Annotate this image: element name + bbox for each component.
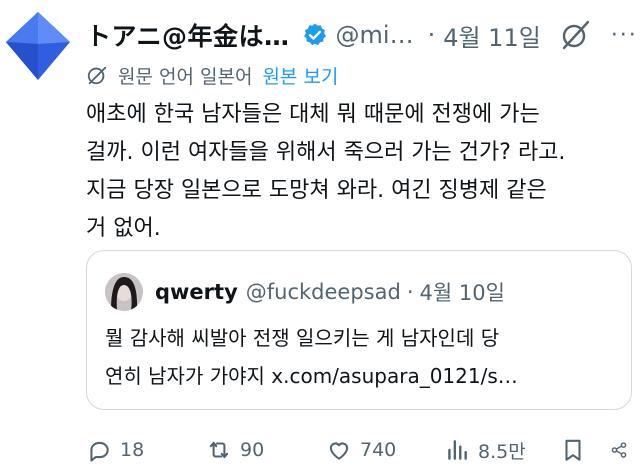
quoted-tweet-header: qwerty @fuckdeepsad · 4월 10일	[105, 273, 505, 311]
share-icon	[611, 442, 627, 458]
quoted-tweet-body: 뭘 감사해 씨발아 전쟁 일으키는 게 남자인데 당 연히 남자가 가야지 x.…	[105, 319, 625, 395]
header-separator: ·	[427, 21, 436, 49]
author-name[interactable]: トアニ@年金は…	[86, 17, 290, 53]
views-button[interactable]: 8.5만	[444, 437, 560, 464]
author-handle[interactable]: @mi…	[336, 21, 414, 49]
translation-notice: 원문 언어 일본어 원본 보기	[86, 60, 338, 90]
action-bar: 18 90 740 8.5만	[86, 430, 636, 470]
quoted-tweet-card[interactable]: qwerty @fuckdeepsad · 4월 10일 뭘 감사해 씨발아 전…	[86, 250, 632, 410]
bookmark-icon	[565, 439, 581, 461]
reply-count: 18	[120, 439, 145, 461]
tweet-body-line: 애초에 한국 남자들은 대체 뭐 때문에 전쟁에 가는	[86, 102, 540, 127]
tweet-date[interactable]: 4월 11일	[443, 18, 541, 53]
quoted-body-line: 연히 남자가 가야지 x.com/asupara_0121/s…	[105, 364, 518, 388]
verified-badge-icon	[303, 23, 326, 45]
translation-label: 원문 언어 일본어	[118, 65, 253, 88]
views-icon	[448, 440, 467, 460]
tweet-header: トアニ@年金は… @mi… · 4월 11일 ···	[86, 14, 636, 56]
tweet-body-line: 지금 당장 일본으로 도망쳐 와라. 여긴 징병제 같은	[86, 178, 547, 203]
like-count: 740	[360, 439, 397, 461]
tweet-body: 애초에 한국 남자들은 대체 뭐 때문에 전쟁에 가는 걸까. 이런 여자들을 …	[86, 96, 634, 248]
reply-icon	[90, 441, 109, 462]
author-avatar[interactable]	[0, 8, 76, 84]
like-icon	[329, 442, 349, 460]
tweet-body-line: 걸까. 이런 여자들을 위해서 죽으러 가는 건가? 라고.	[86, 140, 566, 165]
like-button[interactable]: 740	[326, 437, 444, 463]
share-button[interactable]	[610, 437, 636, 463]
retweet-count: 90	[240, 439, 265, 461]
quoted-author-name[interactable]: qwerty	[155, 280, 238, 304]
more-options-icon[interactable]: ···	[611, 23, 638, 48]
quoted-author-handle[interactable]: @fuckdeepsad	[246, 280, 401, 304]
quoted-separator: ·	[406, 280, 414, 304]
quoted-body-line: 뭘 감사해 씨발아 전쟁 일으키는 게 남자인데 당	[105, 326, 500, 350]
grok-icon[interactable]	[559, 19, 591, 51]
tweet-body-line: 거 없어.	[86, 216, 161, 241]
reply-button[interactable]: 18	[86, 437, 206, 463]
retweet-icon	[209, 441, 229, 459]
quoted-author-avatar[interactable]	[105, 273, 143, 311]
retweet-button[interactable]: 90	[206, 437, 326, 463]
quoted-date[interactable]: 4월 10일	[420, 277, 505, 307]
show-original-link[interactable]: 원본 보기	[262, 62, 338, 89]
bookmark-button[interactable]	[560, 437, 598, 463]
translate-icon	[87, 66, 107, 85]
views-count: 8.5만	[478, 440, 526, 463]
